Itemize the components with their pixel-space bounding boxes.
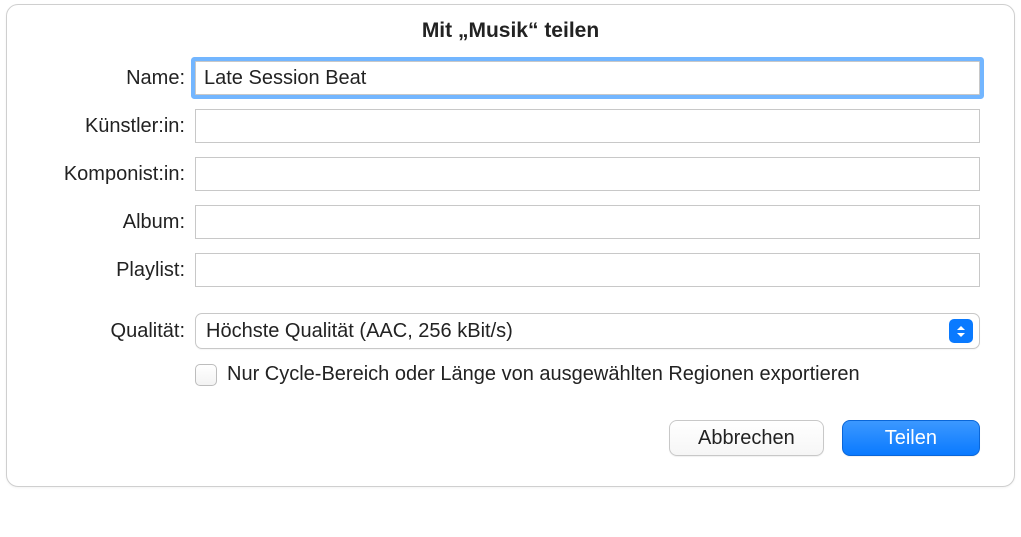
- button-row: Abbrechen Teilen: [7, 420, 1014, 486]
- dialog-title: Mit „Musik“ teilen: [7, 19, 1014, 43]
- quality-select-wrap: Höchste Qualität (AAC, 256 kBit/s): [195, 313, 980, 349]
- quality-selected-text: Höchste Qualität (AAC, 256 kBit/s): [206, 320, 949, 343]
- label-name: Name:: [7, 67, 195, 90]
- row-album: Album:: [7, 205, 980, 239]
- artist-input[interactable]: [195, 109, 980, 143]
- updown-chevrons-icon: [949, 319, 973, 343]
- quality-select[interactable]: Höchste Qualität (AAC, 256 kBit/s): [195, 313, 980, 349]
- label-quality: Qualität:: [7, 320, 195, 343]
- composer-input[interactable]: [195, 157, 980, 191]
- label-artist: Künstler:in:: [7, 115, 195, 138]
- share-dialog: Mit „Musik“ teilen Name: Künstler:in: Ko…: [6, 4, 1015, 487]
- playlist-input[interactable]: [195, 253, 980, 287]
- row-composer: Komponist:in:: [7, 157, 980, 191]
- album-input[interactable]: [195, 205, 980, 239]
- cycle-export-checkbox[interactable]: [195, 364, 217, 386]
- row-cycle-export: Nur Cycle-Bereich oder Länge von ausgewä…: [195, 363, 980, 386]
- form: Name: Künstler:in: Komponist:in: Album: …: [7, 61, 1014, 386]
- cycle-export-label: Nur Cycle-Bereich oder Länge von ausgewä…: [227, 363, 860, 386]
- row-playlist: Playlist:: [7, 253, 980, 287]
- label-album: Album:: [7, 211, 195, 234]
- titlebar: Mit „Musik“ teilen: [7, 5, 1014, 61]
- cancel-button[interactable]: Abbrechen: [669, 420, 824, 456]
- label-playlist: Playlist:: [7, 259, 195, 282]
- row-name: Name:: [7, 61, 980, 95]
- label-composer: Komponist:in:: [7, 163, 195, 186]
- row-quality: Qualität: Höchste Qualität (AAC, 256 kBi…: [7, 313, 980, 349]
- row-artist: Künstler:in:: [7, 109, 980, 143]
- share-button[interactable]: Teilen: [842, 420, 980, 456]
- name-input[interactable]: [195, 61, 980, 95]
